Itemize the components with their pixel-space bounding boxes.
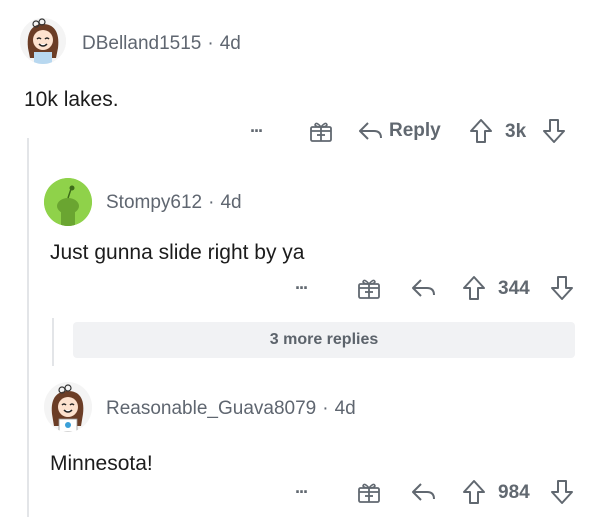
- comment-body: Just gunna slide right by ya: [50, 241, 305, 264]
- author-name[interactable]: Reasonable_Guava8079: [106, 398, 316, 419]
- more-dots-icon: ···: [295, 278, 309, 298]
- reply-button[interactable]: Reply: [357, 118, 441, 144]
- comment-body: Minnesota!: [50, 452, 153, 475]
- meta-separator: ·: [208, 192, 215, 213]
- comment-meta: DBelland1515 · 4d: [82, 33, 241, 55]
- avatar[interactable]: [20, 18, 66, 64]
- vote-score: 984: [498, 482, 530, 504]
- avatar[interactable]: [44, 382, 92, 432]
- downvote-arrow-icon: [551, 480, 573, 504]
- more-dots-icon: ···: [295, 482, 309, 502]
- upvote-button[interactable]: [468, 117, 494, 145]
- downvote-arrow-icon: [551, 276, 573, 300]
- reply-arrow-icon: [412, 279, 435, 297]
- author-name[interactable]: DBelland1515: [82, 33, 201, 54]
- meta-separator: ·: [207, 33, 214, 54]
- comment-age: 4d: [219, 33, 241, 54]
- more-replies-button[interactable]: 3 more replies: [73, 322, 575, 358]
- user-avatar-icon: [20, 18, 66, 64]
- snoo-avatar-icon: [44, 178, 92, 226]
- upvote-arrow-icon: [470, 119, 492, 143]
- comment-meta: Stompy612 · 4d: [106, 192, 242, 214]
- comment-body: 10k lakes.: [24, 88, 119, 111]
- downvote-button[interactable]: [549, 478, 575, 506]
- gift-icon: [358, 483, 380, 503]
- more-options-button[interactable]: ···: [250, 121, 264, 142]
- gift-icon: [310, 122, 332, 142]
- upvote-button[interactable]: [461, 478, 487, 506]
- award-button[interactable]: [356, 275, 382, 301]
- comment-age: 4d: [220, 192, 242, 213]
- vote-count: 3k: [505, 121, 527, 142]
- upvote-arrow-icon: [463, 480, 485, 504]
- comment-meta: Reasonable_Guava8079 · 4d: [106, 398, 356, 420]
- meta-separator: ·: [322, 398, 329, 419]
- more-dots-icon: ···: [250, 121, 264, 141]
- author-name[interactable]: Stompy612: [106, 192, 202, 213]
- downvote-button[interactable]: [549, 274, 575, 302]
- comment-dbelland1515: DBelland1515 · 4d 10k lakes. ··· Reply 3k: [0, 0, 599, 160]
- more-options-button[interactable]: ···: [295, 482, 309, 503]
- vote-count: 984: [498, 482, 530, 503]
- reply-arrow-icon: [359, 122, 382, 140]
- downvote-arrow-icon: [543, 119, 565, 143]
- comment-stompy612: Stompy612 · 4d Just gunna slide right by y…: [0, 160, 599, 310]
- more-replies-label: 3 more replies: [269, 331, 379, 348]
- gift-icon: [358, 279, 380, 299]
- reply-button[interactable]: [410, 479, 438, 505]
- avatar[interactable]: [44, 178, 92, 226]
- reply-arrow-icon: [412, 483, 435, 501]
- upvote-arrow-icon: [463, 276, 485, 300]
- upvote-button[interactable]: [461, 274, 487, 302]
- thread-line-nested: [52, 318, 54, 366]
- award-button[interactable]: [356, 479, 382, 505]
- reply-button[interactable]: [410, 275, 438, 301]
- award-button[interactable]: [308, 118, 334, 144]
- user-avatar-icon: [44, 383, 92, 432]
- downvote-button[interactable]: [541, 117, 567, 145]
- vote-score: 3k: [505, 121, 526, 143]
- vote-score: 344: [498, 278, 530, 300]
- comment-reasonable-guava8079: Reasonable_Guava8079 · 4d Minnesota! ··· 9…: [0, 370, 599, 517]
- comment-age: 4d: [334, 398, 356, 419]
- more-options-button[interactable]: ···: [295, 278, 309, 299]
- reply-label: Reply: [389, 120, 441, 141]
- vote-count: 344: [498, 278, 530, 299]
